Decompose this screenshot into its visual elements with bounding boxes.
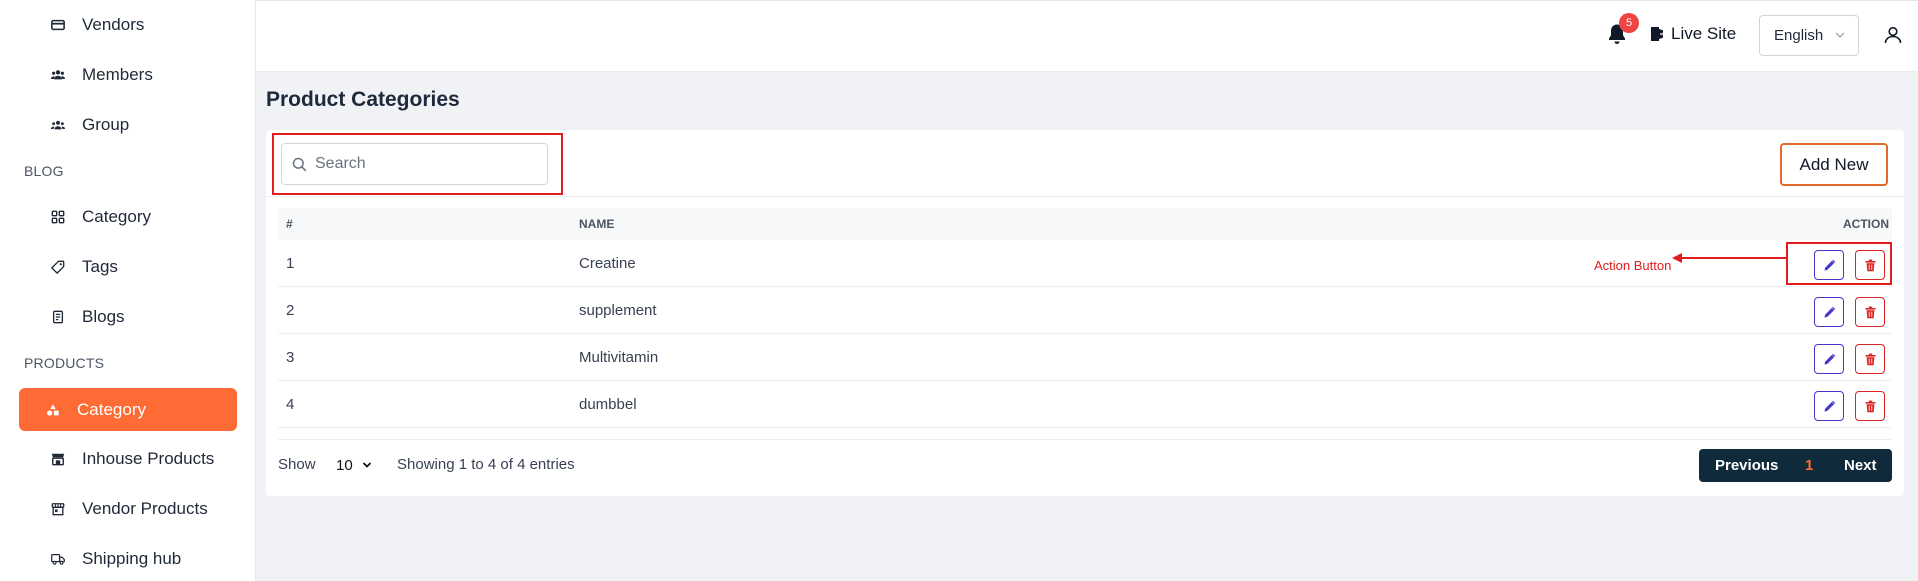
sidebar-item-label: Shipping hub xyxy=(82,549,182,568)
row-number: 2 xyxy=(286,302,295,319)
sidebar-section-products: PRODUCTS xyxy=(24,355,105,371)
sidebar-item-shipping-hub[interactable]: Shipping hub xyxy=(0,538,256,580)
sidebar-item-vendors[interactable]: Vendors xyxy=(0,4,256,46)
row-name: Multivitamin xyxy=(579,349,659,366)
store-icon xyxy=(50,451,66,467)
trash-icon xyxy=(1865,306,1875,318)
page-title: Product Categories xyxy=(266,88,460,111)
row-number: 1 xyxy=(286,255,295,272)
truck-icon xyxy=(50,551,66,567)
sidebar-item-label: Category xyxy=(82,207,151,226)
entries-info: Showing 1 to 4 of 4 entries xyxy=(397,456,575,473)
row-number: 4 xyxy=(286,396,295,413)
table-row: 4 dumbbel xyxy=(278,381,1892,428)
sidebar-item-label: Vendor Products xyxy=(82,499,208,518)
users-icon xyxy=(50,67,66,83)
exit-door-icon xyxy=(1651,27,1665,41)
column-header-number: # xyxy=(286,217,293,231)
trash-icon xyxy=(1865,353,1875,365)
grid-icon xyxy=(50,209,66,225)
tag-icon xyxy=(50,259,66,275)
page-size-value: 10 xyxy=(336,456,353,474)
shapes-icon xyxy=(45,402,61,418)
add-new-button[interactable]: Add New xyxy=(1780,143,1888,186)
sidebar-item-group[interactable]: Group xyxy=(0,104,256,146)
sidebar-item-product-category[interactable]: Category xyxy=(19,388,237,431)
sidebar-item-vendor-products[interactable]: Vendor Products xyxy=(0,488,256,530)
delete-button[interactable] xyxy=(1855,297,1885,327)
divider xyxy=(278,439,1892,440)
pencil-icon xyxy=(1824,306,1835,317)
table-row: 3 Multivitamin xyxy=(278,334,1892,381)
pencil-icon xyxy=(1824,353,1835,364)
chevron-down-icon xyxy=(1835,32,1845,38)
group-icon xyxy=(50,117,66,133)
live-site-link[interactable]: Live Site xyxy=(1650,24,1736,44)
action-highlight-box xyxy=(1786,242,1892,285)
show-label: Show xyxy=(278,456,316,473)
card-icon xyxy=(50,17,66,33)
row-name: dumbbel xyxy=(579,396,637,413)
delete-button[interactable] xyxy=(1855,344,1885,374)
sidebar-item-label: Vendors xyxy=(82,15,145,34)
table-header: # NAME ACTION xyxy=(278,208,1892,240)
sidebar-item-blogs[interactable]: Blogs xyxy=(0,296,256,338)
next-button[interactable]: Next xyxy=(1844,457,1877,474)
sidebar-item-label: Category xyxy=(77,399,146,419)
user-icon[interactable] xyxy=(1884,26,1902,44)
shop-icon xyxy=(50,501,66,517)
trash-icon xyxy=(1865,400,1875,412)
table-row: 2 supplement xyxy=(278,287,1892,334)
row-name: supplement xyxy=(579,302,657,319)
sidebar-item-label: Members xyxy=(82,65,153,84)
sidebar: Vendors Members Group BLOG Category Tags… xyxy=(0,0,256,581)
sidebar-item-label: Group xyxy=(82,115,130,134)
search-highlight-box xyxy=(272,133,563,195)
divider xyxy=(266,196,1904,197)
edit-button[interactable] xyxy=(1814,344,1844,374)
live-site-label: Live Site xyxy=(1671,24,1737,43)
row-name: Creatine xyxy=(579,255,636,272)
sidebar-item-label: Inhouse Products xyxy=(82,449,215,468)
page-number-button[interactable]: 1 xyxy=(1805,457,1813,474)
sidebar-item-label: Blogs xyxy=(82,307,125,326)
row-number: 3 xyxy=(286,349,295,366)
language-value: English xyxy=(1774,27,1824,44)
sidebar-item-inhouse-products[interactable]: Inhouse Products xyxy=(0,438,256,480)
edit-button[interactable] xyxy=(1814,297,1844,327)
sidebar-item-blog-category[interactable]: Category xyxy=(0,196,256,238)
annotation-label: Action Button xyxy=(1594,258,1672,273)
chevron-down-icon xyxy=(362,462,372,468)
previous-button[interactable]: Previous xyxy=(1715,457,1778,474)
page-size-select[interactable]: 10 xyxy=(326,452,376,478)
sidebar-item-members[interactable]: Members xyxy=(0,54,256,96)
sidebar-item-tags[interactable]: Tags xyxy=(0,246,256,288)
document-icon xyxy=(50,309,66,325)
sidebar-section-blog: BLOG xyxy=(24,163,64,179)
delete-button[interactable] xyxy=(1855,391,1885,421)
sidebar-item-label: Tags xyxy=(82,257,118,276)
language-select[interactable]: English xyxy=(1759,15,1859,56)
column-header-action: ACTION xyxy=(1843,217,1889,231)
edit-button[interactable] xyxy=(1814,391,1844,421)
annotation-arrow xyxy=(1672,253,1788,263)
notification-badge: 5 xyxy=(1619,13,1639,33)
pagination: Previous 1 Next xyxy=(1699,449,1892,482)
column-header-name: NAME xyxy=(579,217,615,231)
pencil-icon xyxy=(1824,400,1835,411)
